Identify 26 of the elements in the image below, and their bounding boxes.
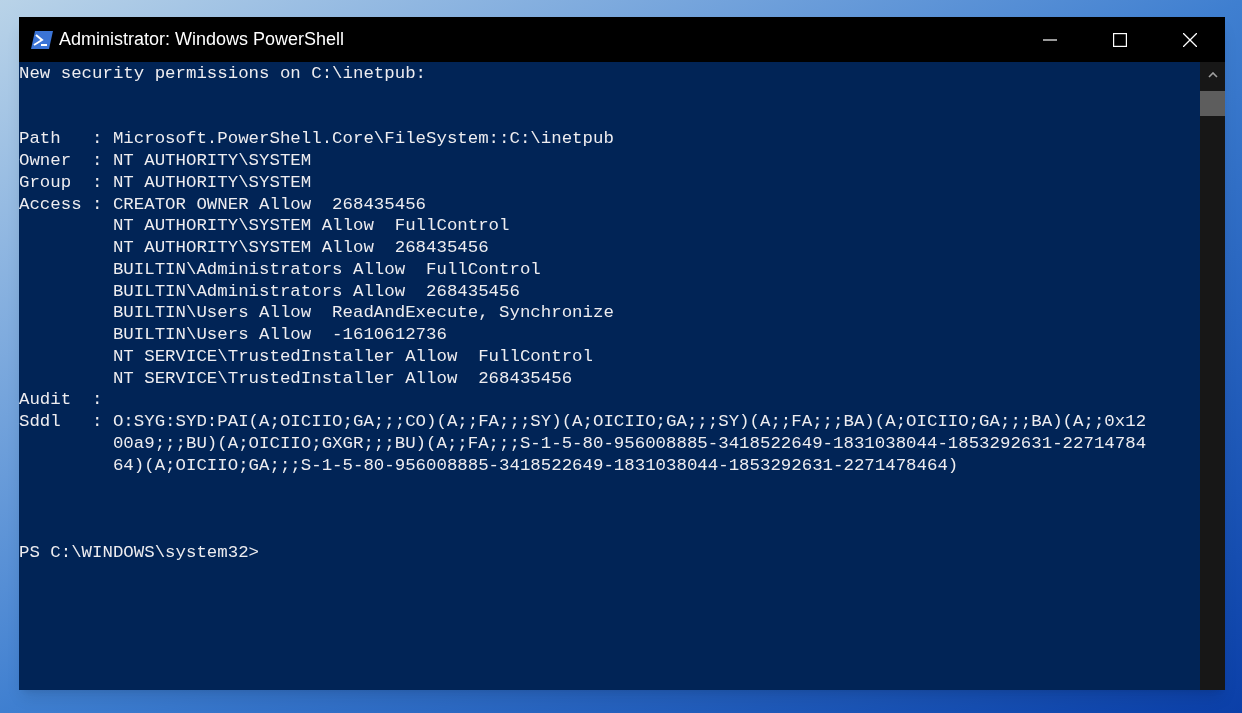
console-line: BUILTIN\Users Allow -1610612736 — [111, 324, 447, 346]
console-line: Group : NT AUTHORITY\SYSTEM — [19, 171, 312, 194]
console-line: Access : CREATOR OWNER Allow 268435456 — [19, 193, 426, 216]
scrollbar-thumb[interactable] — [1200, 91, 1225, 116]
scroll-up-icon[interactable] — [1207, 72, 1218, 78]
console-line: Owner : NT AUTHORITY\SYSTEM — [19, 150, 312, 172]
console-line: PS C:\WINDOWS\system32> — [19, 541, 260, 564]
close-icon — [1183, 32, 1197, 47]
console-line: New security permissions on C:\inetpub: — [19, 63, 426, 85]
console-line: BUILTIN\Users Allow ReadAndExecute, Synchronize — [111, 302, 614, 324]
console-line: NT AUTHORITY\SYSTEM Allow FullControl — [111, 215, 510, 237]
console-line: NT SERVICE\TrustedInstaller Allow 268435456 — [111, 367, 573, 390]
console-line: 64)(A;OICIIO;GA;;;S-1-5-80-956008885-3418522649-1831038044-1853292631-2271478464) — [111, 454, 959, 477]
maximize-icon — [1113, 32, 1127, 47]
console-line: NT SERVICE\TrustedInstaller Allow FullControl — [111, 345, 593, 368]
console-line: BUILTIN\Administrators Allow FullControl — [111, 258, 541, 281]
powershell-icon — [31, 30, 53, 49]
console-line: NT AUTHORITY\SYSTEM Allow 268435456 — [111, 237, 489, 259]
console-line: Path : Microsoft.PowerShell.Core\FileSystem::C:\inetpub — [19, 128, 614, 150]
scrollbar[interactable] — [1200, 62, 1225, 690]
minimize-icon — [1043, 38, 1057, 41]
console-line: BUILTIN\Administrators Allow 268435456 — [111, 280, 520, 303]
console-line: Audit : — [19, 389, 103, 411]
window-title: Administrator: Windows PowerShell — [59, 28, 345, 51]
console-line: Sddl : O:SYG:SYD:PAI(A;OICIIO;GA;;;CO)(A;;FA;;;SY)(A;OICIIO;GA;;;SY)(A;;FA;;;BA)(A;OICIIO;GA;;;BA)(A;;0x12 — [19, 411, 1147, 433]
console-line: 00a9;;;BU)(A;OICIIO;GXGR;;;BU)(A;;FA;;;S-1-5-80-956008885-3418522649-1831038044-1853292631-22714784 — [111, 432, 1147, 455]
